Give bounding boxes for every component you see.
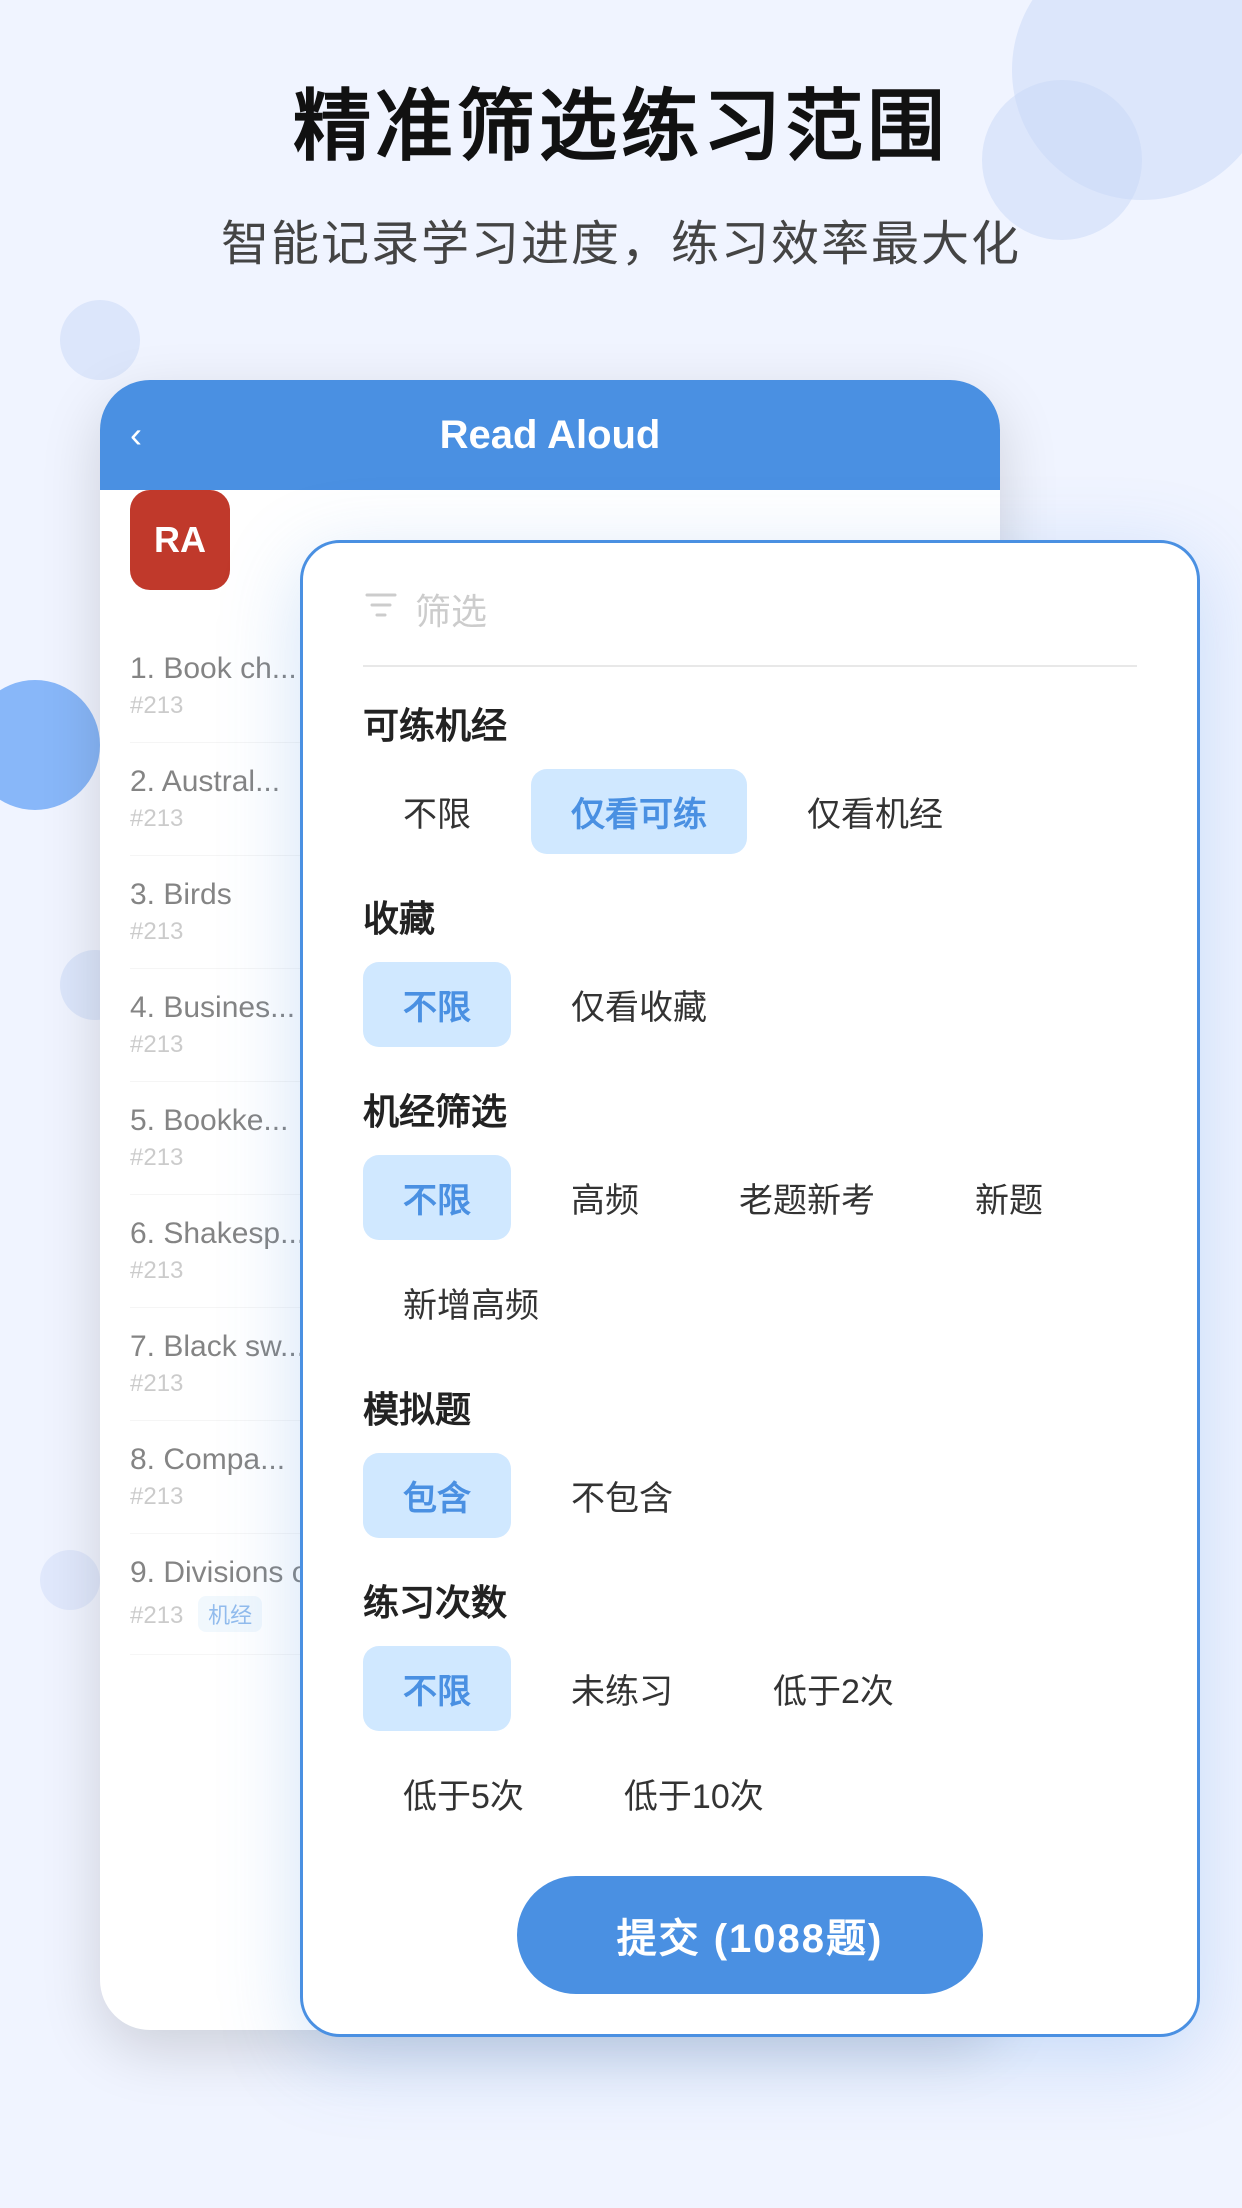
filter-btn-xinti[interactable]: 新题 — [935, 1155, 1083, 1240]
section-title-kexun: 可练机经 — [363, 697, 1137, 749]
filter-section-moni: 模拟题 包含 不包含 — [363, 1381, 1137, 1538]
filter-header: 筛选 — [363, 583, 1137, 667]
filter-options-jijing: 不限 高频 老题新考 新题 新增高频 — [363, 1155, 1137, 1345]
bg-decoration-circle-6 — [40, 1550, 100, 1610]
filter-options-lianxi: 不限 未练习 低于2次 低于5次 低于10次 — [363, 1646, 1137, 1836]
filter-btn-bauhan[interactable]: 包含 — [363, 1453, 511, 1538]
filter-btn-buxian-lianxi[interactable]: 不限 — [363, 1646, 511, 1731]
filter-btn-gaopin[interactable]: 高频 — [531, 1155, 679, 1240]
filter-btn-xinzenggaopin[interactable]: 新增高频 — [363, 1260, 579, 1345]
app-mockup: ‹ Read Aloud RA 1. Book ch... #213 2. Au… — [100, 360, 1142, 2148]
app-title: Read Aloud — [440, 413, 661, 458]
back-button[interactable]: ‹ — [130, 414, 142, 456]
filter-btn-jikanjiching[interactable]: 仅看机经 — [767, 769, 983, 854]
filter-btn-buxian-jijing[interactable]: 不限 — [363, 1155, 511, 1240]
main-title: 精准筛选练习范围 — [60, 80, 1182, 174]
filter-btn-dyyu2ci[interactable]: 低于2次 — [733, 1646, 934, 1731]
filter-btn-laotixinkao[interactable]: 老题新考 — [699, 1155, 915, 1240]
section-title-moni: 模拟题 — [363, 1381, 1137, 1433]
ra-badge: RA — [130, 490, 230, 590]
filter-btn-buxian-kexun[interactable]: 不限 — [363, 769, 511, 854]
filter-title-label: 筛选 — [415, 583, 487, 635]
filter-section-jijing: 机经筛选 不限 高频 老题新考 新题 新增高频 — [363, 1083, 1137, 1345]
filter-options-moni: 包含 不包含 — [363, 1453, 1137, 1538]
filter-section-lianxi: 练习次数 不限 未练习 低于2次 低于5次 低于10次 — [363, 1574, 1137, 1836]
section-title-lianxi: 练习次数 — [363, 1574, 1137, 1626]
bg-decoration-circle-4 — [0, 680, 100, 810]
filter-btn-buxian-shoucang[interactable]: 不限 — [363, 962, 511, 1047]
filter-btn-bubauhan[interactable]: 不包含 — [531, 1453, 713, 1538]
filter-btn-dyyu5ci[interactable]: 低于5次 — [363, 1751, 564, 1836]
filter-options-shoucang: 不限 仅看收藏 — [363, 962, 1137, 1047]
filter-btn-jikanshoucang[interactable]: 仅看收藏 — [531, 962, 747, 1047]
submit-button[interactable]: 提交 (1088题) — [517, 1876, 984, 1994]
filter-section-kexun: 可练机经 不限 仅看可练 仅看机经 — [363, 697, 1137, 854]
filter-btn-dyyu10ci[interactable]: 低于10次 — [584, 1751, 804, 1836]
filter-btn-jikanlianxi[interactable]: 仅看可练 — [531, 769, 747, 854]
filter-options-kexun: 不限 仅看可练 仅看机经 — [363, 769, 1137, 854]
filter-btn-weilianxi[interactable]: 未练习 — [531, 1646, 713, 1731]
top-section: 精准筛选练习范围 智能记录学习进度，练习效率最大化 — [0, 80, 1242, 274]
section-title-jijing: 机经筛选 — [363, 1083, 1137, 1135]
filter-modal: 筛选 可练机经 不限 仅看可练 仅看机经 收藏 不限 仅看收藏 机经筛选 不限 … — [300, 540, 1200, 2037]
sub-title: 智能记录学习进度，练习效率最大化 — [60, 204, 1182, 274]
section-title-shoucang: 收藏 — [363, 890, 1137, 942]
filter-icon — [363, 587, 399, 632]
filter-section-shoucang: 收藏 不限 仅看收藏 — [363, 890, 1137, 1047]
jijing-badge: 机经 — [198, 1596, 262, 1632]
submit-button-wrap: 提交 (1088题) — [363, 1876, 1137, 1994]
app-header: ‹ Read Aloud — [100, 380, 1000, 490]
